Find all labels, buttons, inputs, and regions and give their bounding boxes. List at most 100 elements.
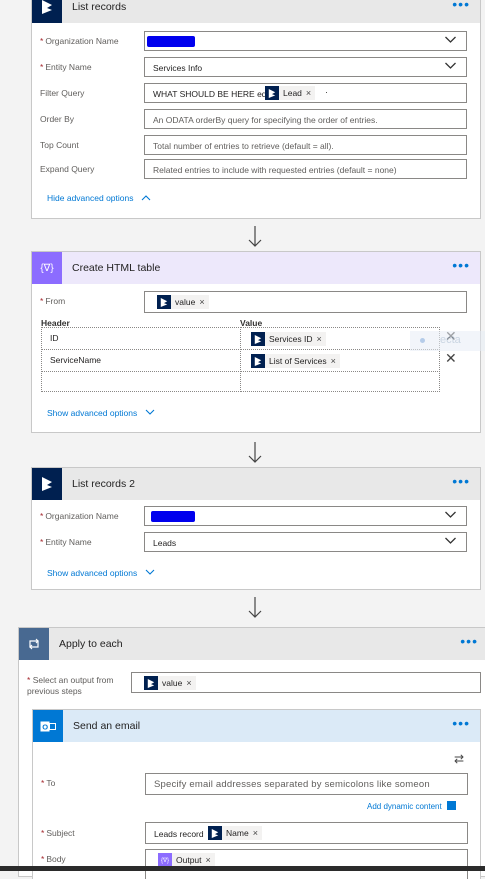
body-input[interactable]: {∇} Output × bbox=[145, 849, 468, 879]
more-options-icon[interactable]: ••• bbox=[452, 474, 470, 488]
send-an-email-title: Send an email bbox=[73, 720, 141, 732]
chevron-up-icon bbox=[141, 195, 151, 201]
apply-to-each-header[interactable]: Apply to each ••• bbox=[19, 628, 485, 660]
from-input[interactable]: value × bbox=[144, 291, 467, 313]
expand-query-placeholder: Related entries to include with requeste… bbox=[153, 165, 397, 175]
entity-name-value: Services Info bbox=[153, 63, 203, 73]
list-records-2-header[interactable]: List records 2 ••• bbox=[32, 468, 480, 500]
apply-to-each-card: Apply to each ••• * Select an output fro… bbox=[18, 627, 485, 879]
output-token[interactable]: {∇} Output × bbox=[158, 853, 215, 867]
to-label: * To bbox=[41, 778, 56, 788]
organization-name-dropdown[interactable] bbox=[144, 506, 467, 526]
list-records-2-badge bbox=[32, 468, 62, 500]
list-of-services-token[interactable]: List of Services × bbox=[251, 354, 340, 368]
header-cell-empty[interactable] bbox=[41, 371, 241, 392]
delete-row-icon[interactable]: ✕ bbox=[445, 350, 457, 367]
dynamics-365-icon bbox=[208, 826, 222, 840]
filter-query-label: Filter Query bbox=[40, 88, 85, 98]
remove-token-icon[interactable]: × bbox=[199, 297, 204, 307]
outlook-icon: O bbox=[40, 721, 56, 731]
loop-icon bbox=[29, 638, 39, 650]
dynamics-365-icon bbox=[251, 354, 265, 368]
drag-ghost-tooltip: ecta bbox=[410, 331, 485, 351]
body-label: * Body bbox=[41, 854, 66, 864]
list-records-header[interactable]: List records ••• bbox=[32, 0, 480, 23]
name-token[interactable]: Name × bbox=[208, 826, 262, 840]
remove-token-icon[interactable]: × bbox=[206, 855, 211, 865]
order-by-placeholder: An ODATA orderBy query for specifying th… bbox=[153, 115, 378, 125]
filter-query-trailing: · bbox=[325, 87, 328, 97]
data-operations-icon: {∇} bbox=[40, 262, 54, 274]
lead-token[interactable]: Lead × bbox=[265, 86, 316, 100]
remove-token-icon[interactable]: × bbox=[306, 88, 311, 98]
list-records-card: List records ••• * Organization Name * Ent… bbox=[31, 0, 481, 219]
remove-token-icon[interactable]: × bbox=[316, 334, 321, 344]
drag-ghost-text: ecta bbox=[440, 334, 461, 346]
add-dynamic-content-link[interactable]: Add dynamic content bbox=[367, 801, 456, 811]
more-options-icon[interactable]: ••• bbox=[452, 258, 470, 272]
remove-token-icon[interactable]: × bbox=[186, 678, 191, 688]
to-placeholder: Specify email addresses separated by sem… bbox=[154, 779, 430, 790]
more-options-icon[interactable]: ••• bbox=[460, 634, 478, 648]
send-an-email-badge: O bbox=[33, 710, 63, 742]
create-html-table-badge: {∇} bbox=[32, 252, 62, 284]
header-cell-id[interactable]: ID bbox=[41, 327, 241, 350]
flow-arrow-icon bbox=[248, 597, 262, 618]
from-label: * From bbox=[40, 296, 66, 306]
chevron-down-icon bbox=[445, 61, 456, 70]
list-records-badge bbox=[32, 0, 62, 23]
subject-text: Leads record bbox=[154, 829, 204, 839]
create-html-table-header[interactable]: {∇} Create HTML table ••• bbox=[32, 252, 480, 284]
chevron-down-icon bbox=[145, 409, 155, 415]
value-token[interactable]: value × bbox=[157, 295, 209, 309]
entity-name-dropdown[interactable]: Services Info bbox=[144, 57, 467, 77]
create-html-table-title: Create HTML table bbox=[72, 262, 161, 274]
organization-name-label: * Organization Name bbox=[40, 36, 119, 46]
more-options-icon[interactable]: ••• bbox=[452, 0, 470, 11]
top-count-placeholder: Total number of entries to retrieve (def… bbox=[153, 141, 334, 151]
list-records-2-title: List records 2 bbox=[72, 478, 136, 490]
filter-query-input[interactable]: WHAT SHOULD BE HERE eq' Lead × · bbox=[144, 83, 467, 103]
value-token[interactable]: value × bbox=[144, 676, 196, 690]
entity-name-value: Leads bbox=[153, 538, 177, 548]
list-records-2-card: List records 2 ••• * Organization Name * E… bbox=[31, 467, 481, 590]
top-count-label: Top Count bbox=[40, 140, 79, 150]
entity-name-label: * Entity Name bbox=[40, 537, 92, 547]
svg-text:O: O bbox=[42, 722, 48, 731]
chevron-down-icon bbox=[445, 510, 456, 519]
header-cell-servicename[interactable]: ServiceName bbox=[41, 349, 241, 372]
filter-query-text: WHAT SHOULD BE HERE eq' bbox=[153, 89, 269, 99]
add-dynamic-content-icon bbox=[446, 801, 456, 810]
subject-input[interactable]: Leads record Name × bbox=[145, 822, 468, 844]
data-operations-icon: {∇} bbox=[158, 853, 172, 867]
list-records-title: List records bbox=[72, 1, 127, 13]
chevron-down-icon bbox=[145, 569, 155, 575]
order-by-input[interactable]: An ODATA orderBy query for specifying th… bbox=[144, 109, 467, 129]
hide-advanced-options-link[interactable]: Hide advanced options bbox=[47, 193, 151, 203]
dynamics-365-icon bbox=[42, 0, 52, 14]
apply-to-each-badge bbox=[19, 628, 49, 660]
expand-query-input[interactable]: Related entries to include with requeste… bbox=[144, 159, 467, 179]
entity-name-dropdown[interactable]: Leads bbox=[144, 532, 467, 552]
flow-arrow-icon bbox=[248, 226, 262, 247]
remove-token-icon[interactable]: × bbox=[253, 828, 258, 838]
apply-to-each-title: Apply to each bbox=[59, 638, 123, 650]
chevron-down-icon bbox=[445, 35, 456, 44]
to-input[interactable]: Specify email addresses separated by sem… bbox=[145, 773, 468, 795]
top-count-input[interactable]: Total number of entries to retrieve (def… bbox=[144, 135, 467, 155]
show-advanced-options-link[interactable]: Show advanced options bbox=[47, 568, 155, 578]
swap-icon[interactable]: ⇄ bbox=[454, 752, 464, 766]
expand-query-label: Expand Query bbox=[40, 164, 95, 174]
dynamics-365-icon bbox=[251, 332, 265, 346]
value-cell-empty[interactable] bbox=[240, 371, 440, 392]
services-id-token[interactable]: Services ID × bbox=[251, 332, 326, 346]
more-options-icon[interactable]: ••• bbox=[452, 716, 470, 730]
organization-name-dropdown[interactable] bbox=[144, 31, 467, 51]
order-by-label: Order By bbox=[40, 114, 75, 124]
value-cell-servicename[interactable]: List of Services × bbox=[240, 349, 440, 372]
subject-label: * Subject bbox=[41, 828, 75, 838]
select-output-input[interactable]: value × bbox=[131, 672, 481, 693]
send-an-email-header[interactable]: O Send an email ••• bbox=[33, 710, 480, 742]
remove-token-icon[interactable]: × bbox=[331, 356, 336, 366]
show-advanced-options-link[interactable]: Show advanced options bbox=[47, 408, 155, 418]
